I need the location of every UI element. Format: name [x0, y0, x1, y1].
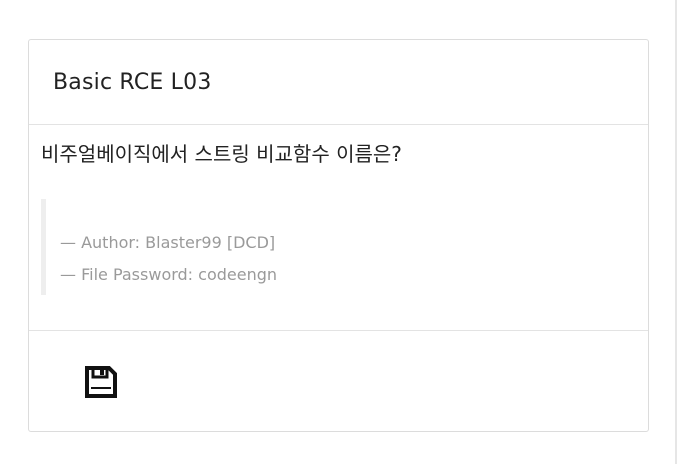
author-line: — Author: Blaster99 [DCD] — [60, 233, 276, 252]
challenge-card: Basic RCE L03 비주얼베이직에서 스트링 비교함수 이름은? — A… — [28, 39, 649, 432]
floppy-disk-icon — [85, 366, 117, 398]
card-footer — [29, 331, 648, 431]
info-blockquote: — Author: Blaster99 [DCD] — File Passwor… — [41, 199, 636, 295]
page: Basic RCE L03 비주얼베이직에서 스트링 비교함수 이름은? — A… — [0, 0, 689, 464]
card-body: 비주얼베이직에서 스트링 비교함수 이름은? — Author: Blaster… — [29, 125, 648, 331]
challenge-question: 비주얼베이직에서 스트링 비교함수 이름은? — [41, 142, 402, 166]
card-header: Basic RCE L03 — [29, 40, 648, 125]
card-title: Basic RCE L03 — [53, 69, 212, 95]
scrollbar-edge — [675, 0, 677, 464]
password-line: — File Password: codeengn — [60, 265, 278, 284]
download-button[interactable] — [84, 365, 118, 399]
